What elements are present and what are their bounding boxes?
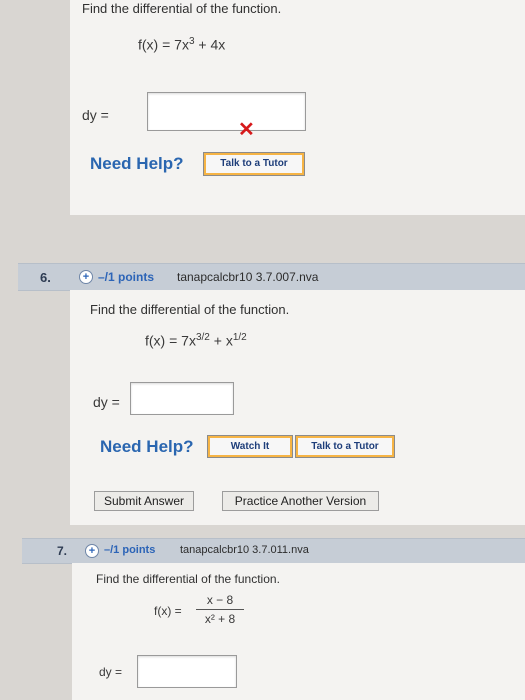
question-5-card: Find the differential of the function. f… (70, 0, 525, 215)
q7-function-fraction: x − 8 x² + 8 (196, 593, 244, 626)
q5-function: f(x) = 7x3 + 4x (138, 36, 226, 53)
q6-prompt: Find the differential of the function. (90, 302, 290, 317)
q5-dy-label: dy = (82, 107, 109, 123)
practice-another-version-button[interactable]: Practice Another Version (222, 491, 379, 511)
q6-need-help-label: Need Help? (100, 437, 194, 456)
fraction-denominator: x² + 8 (204, 612, 236, 626)
q6-answer-input[interactable] (130, 382, 234, 415)
points-link[interactable]: –/1 points (104, 544, 155, 556)
question-6-card: Find the differential of the function. f… (70, 290, 525, 525)
q7-dy-label: dy = (99, 665, 123, 679)
q7-answer-input[interactable] (137, 655, 237, 688)
expand-plus-icon[interactable]: + (79, 270, 93, 284)
question-7-header: 7. + –/1 points tanapcalcbr10 3.7.011.nv… (22, 538, 525, 564)
points-link[interactable]: –/1 points (98, 270, 154, 284)
question-7-card: Find the differential of the function. f… (72, 563, 525, 700)
question-source: tanapcalcbr10 3.7.007.nva (177, 270, 319, 284)
q7-function-lhs: f(x) = (154, 604, 182, 618)
question-number: 6. (40, 270, 51, 285)
q6-dy-label: dy = (93, 394, 120, 410)
q5-need-help-label: Need Help? (90, 154, 184, 173)
q5-talk-to-tutor-button[interactable]: Talk to a Tutor (203, 152, 305, 176)
question-number: 7. (57, 544, 68, 558)
q6-talk-to-tutor-button[interactable]: Talk to a Tutor (295, 435, 395, 458)
q5-answer-input[interactable] (147, 92, 306, 131)
q5-prompt: Find the differential of the function. (82, 1, 282, 16)
expand-plus-icon[interactable]: + (85, 544, 99, 558)
question-source: tanapcalcbr10 3.7.011.nva (180, 544, 309, 556)
incorrect-x-icon: ✕ (238, 119, 255, 141)
submit-answer-button[interactable]: Submit Answer (94, 491, 194, 511)
fraction-numerator: x − 8 (206, 593, 234, 607)
question-6-header: 6. + –/1 points tanapcalcbr10 3.7.007.nv… (18, 263, 525, 291)
q7-prompt: Find the differential of the function. (96, 572, 280, 586)
watch-it-button[interactable]: Watch It (207, 435, 293, 458)
q6-function: f(x) = 7x3/2 + x1/2 (145, 332, 247, 349)
